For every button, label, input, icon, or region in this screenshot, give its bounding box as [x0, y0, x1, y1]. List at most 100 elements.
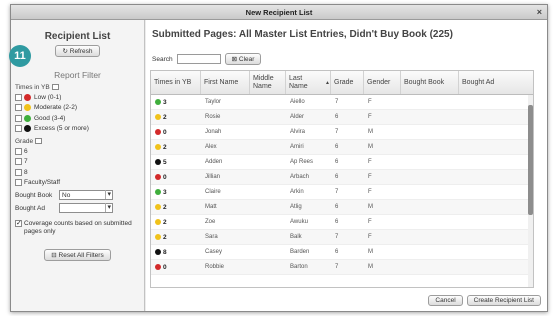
checkbox[interactable]: [15, 147, 22, 155]
coverage-option[interactable]: Coverage counts based on submitted pages…: [15, 220, 144, 235]
checkbox[interactable]: [15, 125, 22, 133]
column-header-last-name[interactable]: Last Name ▲: [286, 71, 331, 94]
table-row[interactable]: 0 Jonah Alvira 7 M: [151, 125, 533, 140]
filter-toggle-icon[interactable]: [51, 84, 59, 90]
status-dot-icon: [155, 99, 161, 105]
status-dot-icon: [155, 174, 161, 180]
coverage-checkbox[interactable]: [15, 220, 22, 227]
table-row[interactable]: 3 Claire Arkin 7 F: [151, 185, 533, 200]
column-header-bought-ad[interactable]: Bought Ad: [459, 71, 531, 94]
sidebar-title: Recipient List: [44, 31, 111, 42]
status-dot-icon: [155, 159, 161, 165]
status-dot-icon: [155, 189, 161, 195]
first-name-cell: Jillian: [205, 174, 221, 180]
filter-grade-8[interactable]: 8: [15, 167, 144, 178]
gender-cell: F: [368, 219, 372, 225]
table-row[interactable]: 0 Jillian Arbach 6 F: [151, 170, 533, 185]
grade-cell: 6: [335, 159, 339, 165]
table-row[interactable]: 2 Alex Amiri 6 M: [151, 140, 533, 155]
first-name-cell: Matt: [205, 204, 217, 210]
column-header-first-name[interactable]: First Name: [201, 71, 250, 94]
checkbox[interactable]: [15, 158, 22, 166]
checkbox[interactable]: [15, 168, 22, 176]
column-header-times-in-yb[interactable]: Times in YB: [151, 71, 201, 94]
last-name-cell: Barton: [290, 264, 308, 270]
table-row[interactable]: 2 Sara Balk 7 F: [151, 230, 533, 245]
times-in-yb-cell: 2: [151, 219, 201, 226]
column-header-bought-book[interactable]: Bought Book: [401, 71, 459, 94]
times-in-yb-label: Times in YB: [15, 83, 50, 91]
filter-label: Excess (5 or more): [34, 125, 89, 133]
checkbox[interactable]: [15, 114, 22, 122]
filter-low[interactable]: Low (0-1): [15, 92, 144, 103]
filter-label: Faculty/Staff: [24, 179, 61, 187]
grade-cell: 6: [335, 114, 339, 120]
times-value: 0: [163, 263, 167, 271]
grade-cell: 6: [335, 249, 339, 255]
status-dot-icon: [155, 129, 161, 135]
grade-label: Grade: [15, 137, 34, 145]
table-row[interactable]: 0 Robbie Barton 7 M: [151, 260, 533, 275]
table-row[interactable]: 5 Adden Ap Rees 6 F: [151, 155, 533, 170]
gender-cell: M: [368, 129, 373, 135]
search-input[interactable]: [176, 54, 221, 64]
times-in-yb-cell: 2: [151, 114, 201, 121]
table-header: Times in YB First Name Middle Name Last …: [151, 71, 533, 95]
table-row[interactable]: 3 Taylor Aiello 7 F: [151, 95, 533, 110]
clear-label: Clear: [238, 56, 255, 63]
dialog-titlebar: New Recipient List ×: [11, 5, 547, 20]
filter-good[interactable]: Good (3-4): [15, 113, 144, 124]
reset-all-filters-button[interactable]: ⊟ Reset All Filters: [44, 249, 111, 261]
last-name-cell: Barden: [290, 249, 310, 255]
table-scrollbar[interactable]: [528, 95, 533, 287]
filter-grade-6[interactable]: 6: [15, 146, 144, 157]
close-icon[interactable]: ×: [537, 5, 542, 20]
times-value: 2: [163, 233, 167, 241]
filter-toggle-icon[interactable]: [35, 138, 43, 144]
sort-ascending-icon: ▲: [325, 79, 330, 86]
cancel-button[interactable]: Cancel: [428, 295, 463, 306]
column-header-grade[interactable]: Grade: [331, 71, 364, 94]
column-header-gender[interactable]: Gender: [364, 71, 401, 94]
times-in-yb-cell: 0: [151, 264, 201, 271]
checkbox[interactable]: [15, 93, 22, 101]
grade-cell: 7: [335, 99, 339, 105]
status-dot-icon: [155, 144, 161, 150]
bought-ad-select[interactable]: [59, 203, 113, 213]
filter-grade-7[interactable]: 7: [15, 157, 144, 168]
table-row[interactable]: 2 Zoe Awuku 6 F: [151, 215, 533, 230]
clear-button[interactable]: ⊠ Clear: [224, 53, 262, 65]
table-row[interactable]: 2 Rosie Alder 6 F: [151, 110, 533, 125]
bought-ad-filter: Bought Ad: [15, 202, 144, 214]
clear-icon: ⊠: [231, 56, 239, 63]
grade-cell: 6: [335, 144, 339, 150]
column-label: Bought Ad: [462, 78, 495, 86]
checkbox[interactable]: [15, 179, 22, 187]
gender-cell: M: [368, 264, 373, 270]
recipient-table: Times in YB First Name Middle Name Last …: [150, 70, 534, 288]
gender-cell: F: [368, 174, 372, 180]
gender-cell: F: [368, 99, 372, 105]
last-name-cell: Atlig: [290, 204, 302, 210]
refresh-button[interactable]: ↻ Refresh: [55, 45, 100, 57]
yellow-dot-icon: [24, 104, 31, 112]
create-recipient-list-button[interactable]: Create Recipient List: [466, 295, 541, 306]
step-number-badge: 11: [9, 45, 31, 67]
reset-icon: ⊟: [51, 252, 59, 259]
times-value: 2: [163, 113, 167, 121]
table-row[interactable]: 2 Matt Atlig 6 M: [151, 200, 533, 215]
times-value: 2: [163, 143, 167, 151]
search-label: Search: [152, 55, 173, 63]
scrollbar-thumb[interactable]: [528, 105, 533, 215]
column-header-middle-name[interactable]: Middle Name: [250, 71, 286, 94]
filter-faculty-staff[interactable]: Faculty/Staff: [15, 178, 144, 189]
filter-excess[interactable]: Excess (5 or more): [15, 124, 144, 135]
checkbox[interactable]: [15, 104, 22, 112]
times-in-yb-cell: 2: [151, 144, 201, 151]
filter-moderate[interactable]: Moderate (2-2): [15, 103, 144, 114]
status-dot-icon: [155, 219, 161, 225]
table-row[interactable]: 8 Casey Barden 6 M: [151, 245, 533, 260]
gender-cell: F: [368, 189, 372, 195]
bought-book-select[interactable]: No: [59, 190, 113, 200]
last-name-cell: Arkin: [290, 189, 304, 195]
